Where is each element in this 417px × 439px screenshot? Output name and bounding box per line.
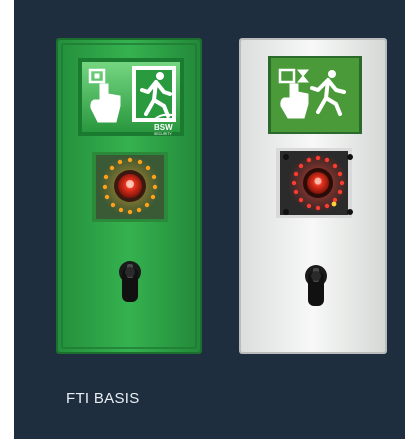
left-exit-sign: BSW SECURITY (78, 58, 184, 136)
right-key-switch (305, 265, 327, 306)
svg-text:BSW: BSW (154, 123, 173, 132)
right-push-button-module (276, 148, 353, 218)
product-photo: BSW SECURITY (56, 38, 387, 354)
left-key-switch (119, 261, 141, 302)
emergency-exit-push-button-icon (88, 66, 176, 123)
right-exit-sign (268, 56, 362, 134)
left-push-button-module (92, 152, 168, 222)
product-card: BSW SECURITY FTI BASIS (14, 0, 405, 439)
svg-text:SECURITY: SECURITY (154, 132, 172, 136)
product-caption: FTI BASIS (66, 390, 140, 407)
right-device (239, 38, 387, 354)
left-device: BSW SECURITY (56, 38, 202, 354)
